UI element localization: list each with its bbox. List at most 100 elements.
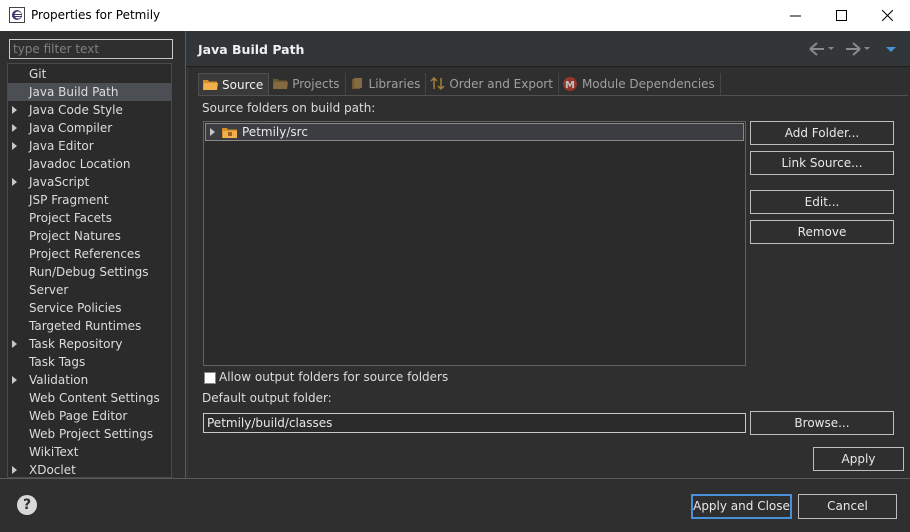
tree-item-label: Java Build Path [29, 85, 119, 99]
tree-item[interactable]: Git [8, 65, 171, 83]
browse-button[interactable]: Browse... [750, 411, 894, 435]
tree-item[interactable]: Java Code Style [8, 101, 171, 119]
tree-item-label: Server [29, 283, 69, 297]
page-content: Source Projects Libraries Order and Export M… [187, 68, 908, 477]
svg-text:M: M [565, 80, 575, 91]
module-icon: M [562, 77, 577, 91]
tab-module-dependencies[interactable]: M Module Dependencies [559, 73, 721, 95]
tree-item[interactable]: Server [8, 281, 171, 299]
tree-item-label: WikiText [29, 445, 79, 459]
maximize-icon [835, 10, 847, 21]
tab-bar: Source Projects Libraries Order and Export M… [198, 73, 721, 95]
tree-item-label: JavaScript [29, 175, 90, 189]
minimize-button[interactable] [772, 0, 818, 31]
source-folder-row[interactable]: Petmily/src [205, 123, 744, 141]
apply-button[interactable]: Apply [813, 447, 904, 471]
close-icon [881, 10, 893, 21]
tree-item-label: Web Project Settings [29, 427, 154, 441]
tree-item[interactable]: Web Page Editor [8, 407, 171, 425]
tree-item-label: XDoclet [29, 463, 76, 477]
cancel-button[interactable]: Cancel [798, 494, 897, 519]
maximize-button[interactable] [818, 0, 864, 31]
title-bar: Properties for Petmily [0, 0, 910, 31]
source-folder-icon [203, 79, 218, 90]
tree-item-label: Java Code Style [29, 103, 123, 117]
source-folders-list[interactable]: Petmily/src [203, 121, 746, 366]
tab-order-and-export[interactable]: Order and Export [426, 73, 559, 95]
tree-item[interactable]: Run/Debug Settings [8, 263, 171, 281]
edit-button[interactable]: Edit... [750, 190, 894, 214]
view-menu-button[interactable] [885, 40, 897, 58]
expand-arrow-icon[interactable] [12, 376, 17, 384]
package-folder-icon [222, 127, 237, 138]
close-button[interactable] [864, 0, 910, 31]
apply-and-close-button[interactable]: Apply and Close [691, 494, 792, 519]
allow-output-checkbox[interactable] [204, 372, 216, 384]
link-source-button[interactable]: Link Source... [750, 151, 894, 175]
forward-button[interactable] [844, 40, 870, 58]
tab-label: Source [222, 77, 264, 92]
tree-item[interactable]: Java Build Path [8, 83, 171, 101]
tree-item-label: Java Compiler [29, 121, 113, 135]
back-button[interactable] [808, 40, 834, 58]
source-folders-label: Source folders on build path: [202, 101, 376, 115]
expand-arrow-icon[interactable] [12, 340, 17, 348]
tree-item[interactable]: Validation [8, 371, 171, 389]
filter-input[interactable] [9, 39, 173, 59]
tab-libraries[interactable]: Libraries [346, 73, 427, 95]
tree-item[interactable]: Task Tags [8, 353, 171, 371]
expand-arrow-icon[interactable] [12, 178, 17, 186]
libraries-icon [351, 78, 362, 89]
expand-arrow-icon[interactable] [12, 142, 17, 150]
tree-item[interactable]: Project References [8, 245, 171, 263]
projects-icon [273, 79, 289, 89]
tree-item[interactable]: WikiText [8, 443, 171, 461]
tree-item-label: Project Facets [29, 211, 112, 225]
tree-item-label: Validation [29, 373, 89, 387]
panel-splitter[interactable] [178, 31, 186, 478]
tree-item[interactable]: Project Facets [8, 209, 171, 227]
tree-item-label: Service Policies [29, 301, 122, 315]
chevron-down-icon [886, 47, 896, 52]
tree-item-label: Task Repository [29, 337, 123, 351]
tree-item[interactable]: JSP Fragment [8, 191, 171, 209]
tab-source[interactable]: Source [198, 73, 270, 95]
tree-item[interactable]: Task Repository [8, 335, 171, 353]
expand-arrow-icon[interactable] [210, 128, 215, 136]
order-icon [430, 77, 445, 91]
dialog-footer: ? Apply and Close Cancel [0, 478, 910, 532]
tree-item[interactable]: XDoclet [8, 461, 171, 477]
window-title: Properties for Petmily [31, 8, 161, 22]
tab-projects[interactable]: Projects [269, 73, 346, 95]
tab-label: Projects [292, 77, 340, 91]
add-folder-button[interactable]: Add Folder... [750, 121, 894, 145]
tree-item[interactable]: Javadoc Location [8, 155, 171, 173]
right-panel: Java Build Path Source Projects Libraries O… [186, 31, 910, 478]
tab-label: Libraries [368, 77, 421, 91]
tree-item[interactable]: Project Natures [8, 227, 171, 245]
tree-item-label: Targeted Runtimes [29, 319, 142, 333]
tab-label: Module Dependencies [581, 77, 715, 91]
forward-arrow-icon [846, 42, 870, 56]
source-folder-label: Petmily/src [242, 125, 308, 139]
tree-item[interactable]: Java Editor [8, 137, 171, 155]
default-output-label: Default output folder: [202, 391, 332, 405]
expand-arrow-icon[interactable] [12, 466, 17, 474]
tree-item[interactable]: Web Project Settings [8, 425, 171, 443]
remove-button[interactable]: Remove [750, 220, 894, 244]
tree-item-label: Project References [29, 247, 141, 261]
expand-arrow-icon[interactable] [12, 106, 17, 114]
tree-item[interactable]: Java Compiler [8, 119, 171, 137]
properties-tree: Git Java Build Path Java Code Style Java Co… [7, 63, 172, 478]
tree-item-label: Web Content Settings [29, 391, 160, 405]
minimize-icon [789, 15, 801, 17]
default-output-field[interactable]: Petmily/build/classes [203, 413, 746, 433]
tree-item[interactable]: Targeted Runtimes [8, 317, 171, 335]
expand-arrow-icon[interactable] [12, 124, 17, 132]
tree-item-label: Git [29, 67, 47, 81]
allow-output-label: Allow output folders for source folders [219, 370, 449, 384]
help-icon[interactable]: ? [17, 495, 37, 515]
tree-item[interactable]: Web Content Settings [8, 389, 171, 407]
tree-item[interactable]: JavaScript [8, 173, 171, 191]
tree-item[interactable]: Service Policies [8, 299, 171, 317]
